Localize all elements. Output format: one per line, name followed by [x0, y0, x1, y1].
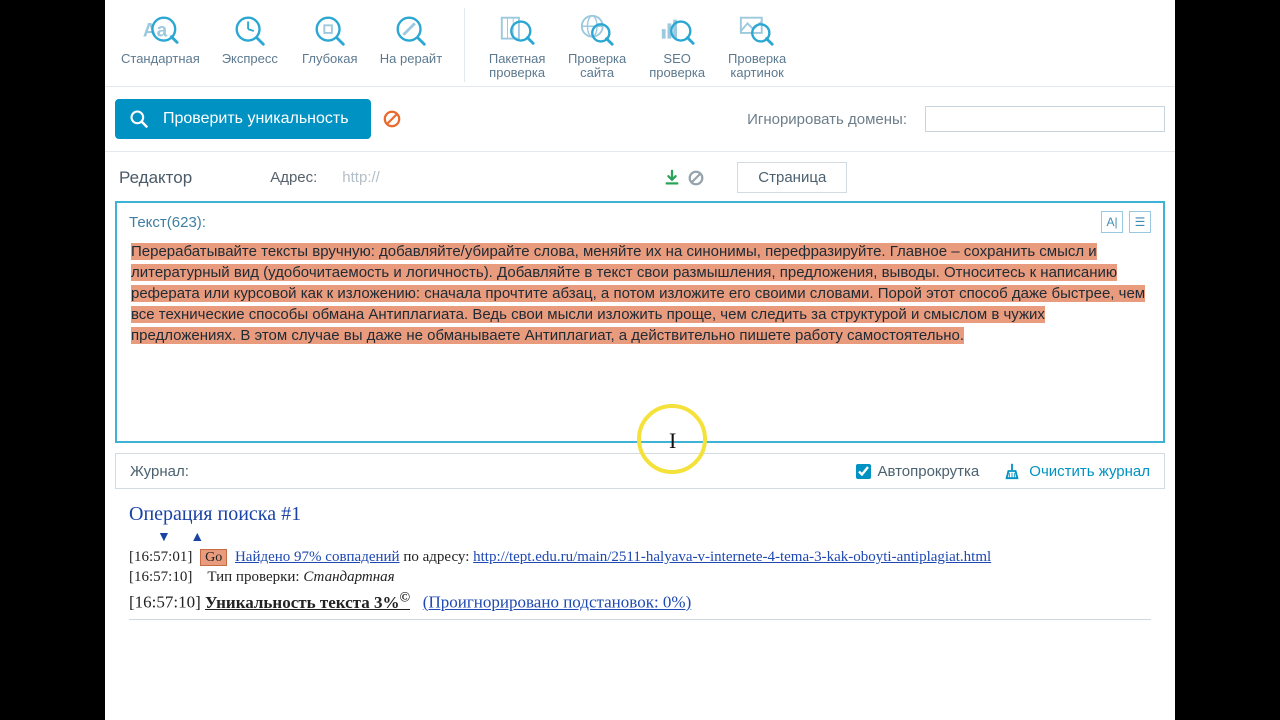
found-link[interactable]: Найдено 97% совпадений [235, 549, 400, 565]
button-label: Проверить уникальность [163, 110, 349, 128]
ignore-domains-input[interactable] [925, 106, 1165, 132]
globe-magnifier-icon [578, 12, 616, 50]
mode-rewrite[interactable]: На рерайт [374, 8, 448, 68]
chart-magnifier-icon [658, 12, 696, 50]
log-line: [16:57:10] Уникальность текста 3%© (Прои… [129, 589, 1151, 613]
operation-title: Операция поиска #1 [129, 503, 1151, 526]
svg-text:Aa: Aa [143, 21, 168, 42]
toolbar-label: Пакетная проверка [489, 52, 546, 80]
log-body: Операция поиска #1 ▼ ▲ [16:57:01] Go Най… [115, 495, 1165, 624]
ignored-link[interactable]: (Проигнорировано подстановок: 0%) [423, 593, 691, 612]
address-input[interactable] [335, 166, 645, 190]
log-line: [16:57:01] Go Найдено 97% совпадений по … [129, 549, 1151, 566]
mode-images[interactable]: Проверка картинок [721, 8, 793, 82]
toolbar-label: Стандартная [121, 52, 200, 66]
go-badge[interactable]: Go [200, 549, 227, 566]
toolbar-label: Проверка сайта [568, 52, 626, 80]
clear-label: Очистить журнал [1029, 463, 1150, 480]
stack-magnifier-icon [498, 12, 536, 50]
mode-deep[interactable]: Глубокая [294, 8, 366, 68]
block-icon[interactable] [687, 169, 705, 187]
log-time: [16:57:01] [129, 549, 192, 565]
editor-tab[interactable]: Редактор [119, 168, 192, 188]
toolbar-label: На рерайт [380, 52, 442, 66]
uniqueness-result[interactable]: Уникальность текста 3%© [205, 593, 410, 612]
mode-batch[interactable]: Пакетная проверка [481, 8, 553, 82]
check-type: Стандартная [303, 569, 394, 585]
log-time: [16:57:10] [129, 569, 192, 585]
sort-arrows[interactable]: ▼ ▲ [157, 530, 1151, 546]
text-magnifier-icon: Aa [141, 12, 179, 50]
mode-express[interactable]: Экспресс [214, 8, 286, 68]
search-icon [129, 109, 149, 129]
clear-log-button[interactable]: Очистить журнал [1003, 462, 1150, 480]
mode-site[interactable]: Проверка сайта [561, 8, 633, 82]
toolbar-label: Проверка картинок [728, 52, 786, 80]
log-line: [16:57:10] Тип проверки: Стандартная [129, 569, 1151, 586]
ignore-domains-label: Игнорировать домены: [747, 111, 907, 128]
autoscroll-checkbox[interactable]: Автопрокрутка [856, 463, 979, 480]
toolbar-label: Глубокая [302, 52, 357, 66]
top-toolbar: Aa Стандартная Экспресс Глубокая На рера… [105, 0, 1175, 87]
layout-icon[interactable]: ☰ [1129, 211, 1151, 233]
cancel-icon[interactable] [383, 110, 401, 128]
page-tab[interactable]: Страница [737, 162, 847, 193]
check-uniqueness-button[interactable]: Проверить уникальность [115, 99, 371, 139]
text-editor[interactable]: Перерабатывайте тексты вручную: добавляй… [117, 241, 1163, 441]
broom-icon [1003, 462, 1021, 480]
clock-magnifier-icon [231, 12, 269, 50]
toolbar-label: Экспресс [222, 52, 278, 66]
image-magnifier-icon [738, 12, 776, 50]
highlighted-text: Перерабатывайте тексты вручную: добавляй… [131, 243, 1145, 344]
match-url[interactable]: http://tept.edu.ru/main/2511-halyava-v-i… [473, 549, 991, 565]
format-icon[interactable]: A| [1101, 211, 1123, 233]
log-time: [16:57:10] [129, 593, 201, 612]
text-panel: Текст(623): A| ☰ Перерабатывайте тексты … [115, 201, 1165, 443]
mode-seo[interactable]: SEO проверка [641, 8, 713, 82]
toolbar-label: SEO проверка [649, 52, 705, 80]
spade-magnifier-icon [311, 12, 349, 50]
log-text: Тип проверки: [207, 569, 303, 585]
download-icon[interactable] [663, 169, 681, 187]
checkbox-label: Автопрокрутка [877, 463, 979, 480]
pencil-magnifier-icon [392, 12, 430, 50]
address-label: Адрес: [270, 169, 317, 186]
mode-standard[interactable]: Aa Стандартная [115, 8, 206, 68]
log-label: Журнал: [130, 463, 189, 480]
log-text: по адресу: [403, 549, 473, 565]
autoscroll-input[interactable] [856, 464, 871, 479]
text-count-label: Текст(623): [129, 214, 206, 231]
